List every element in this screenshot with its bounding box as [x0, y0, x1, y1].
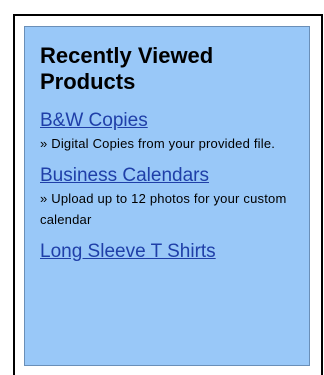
product-link-business-calendars[interactable]: Business Calendars	[40, 164, 299, 187]
panel-title: Recently Viewed Products	[40, 43, 214, 94]
product-item: Long Sleeve T Shirts	[40, 240, 299, 263]
product-item: Business Calendars » Upload up to 12 pho…	[40, 164, 299, 230]
product-link-long-sleeve-t-shirts[interactable]: Long Sleeve T Shirts	[40, 240, 299, 263]
recently-viewed-panel: Recently Viewed Products B&W Copies » Di…	[24, 26, 310, 366]
product-item: B&W Copies » Digital Copies from your pr…	[40, 109, 299, 154]
product-description: » Digital Copies from your provided file…	[40, 136, 276, 151]
product-description: » Upload up to 12 photos for your custom…	[40, 191, 287, 227]
product-link-bw-copies[interactable]: B&W Copies	[40, 109, 299, 132]
